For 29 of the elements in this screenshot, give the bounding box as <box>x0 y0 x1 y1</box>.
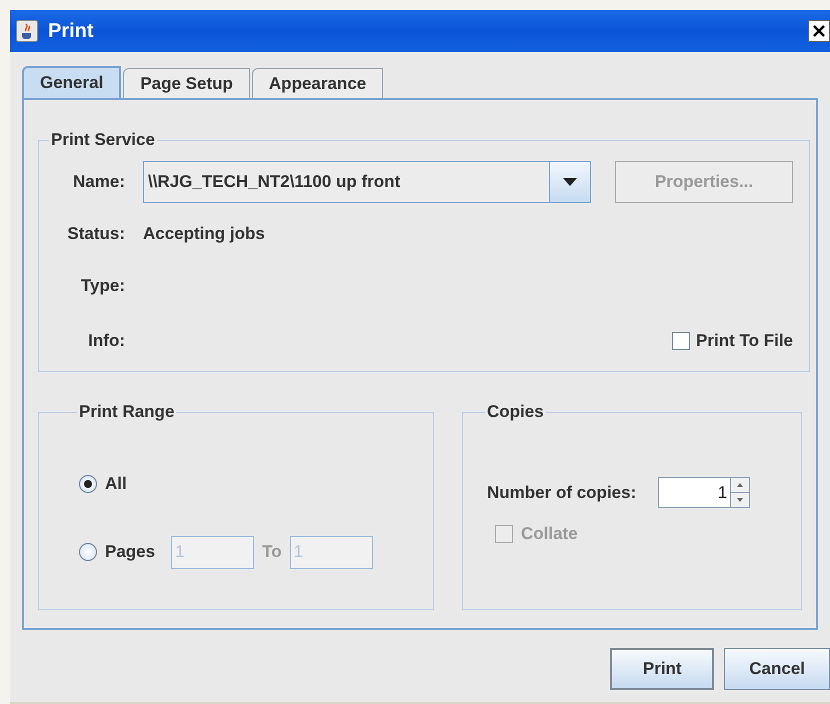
coffee-cup-icon <box>16 20 38 42</box>
up-arrow-icon[interactable] <box>737 483 744 487</box>
field-label: Type: <box>80 276 125 296</box>
status-value: Accepting jobs <box>143 224 265 244</box>
caret-icon <box>563 178 577 186</box>
group-title: Print Service <box>50 130 156 150</box>
tab[interactable]: Appearance <box>252 68 384 98</box>
field-label: To <box>262 542 282 562</box>
field-label: Info: <box>87 331 125 351</box>
tab[interactable]: Page Setup <box>123 68 250 98</box>
tab[interactable]: General <box>22 66 122 98</box>
copies-field[interactable]: 1 <box>658 477 730 508</box>
radio-label[interactable]: Pages <box>105 542 156 562</box>
down-arrow-icon[interactable] <box>737 498 744 502</box>
checkbox[interactable] <box>672 332 690 350</box>
field-label: Name: <box>72 172 125 192</box>
checkbox-label[interactable]: Print To File <box>696 331 793 351</box>
close-icon[interactable] <box>808 20 830 42</box>
radio-button[interactable] <box>79 543 97 561</box>
field-label: Number of copies: <box>487 482 636 502</box>
field-label: Status: <box>66 224 125 244</box>
window-title: Print <box>48 20 95 42</box>
group-title: Print Range <box>78 402 176 422</box>
cancel-button[interactable]: Cancel <box>724 648 830 690</box>
print-button[interactable]: Print <box>610 648 714 690</box>
radio-button[interactable] <box>79 475 97 493</box>
radio-label[interactable]: All <box>105 474 127 494</box>
printer-dropdown[interactable]: \\RJG_TECH_NT2\1100 up front <box>143 161 591 203</box>
group-title: Copies <box>486 402 545 422</box>
